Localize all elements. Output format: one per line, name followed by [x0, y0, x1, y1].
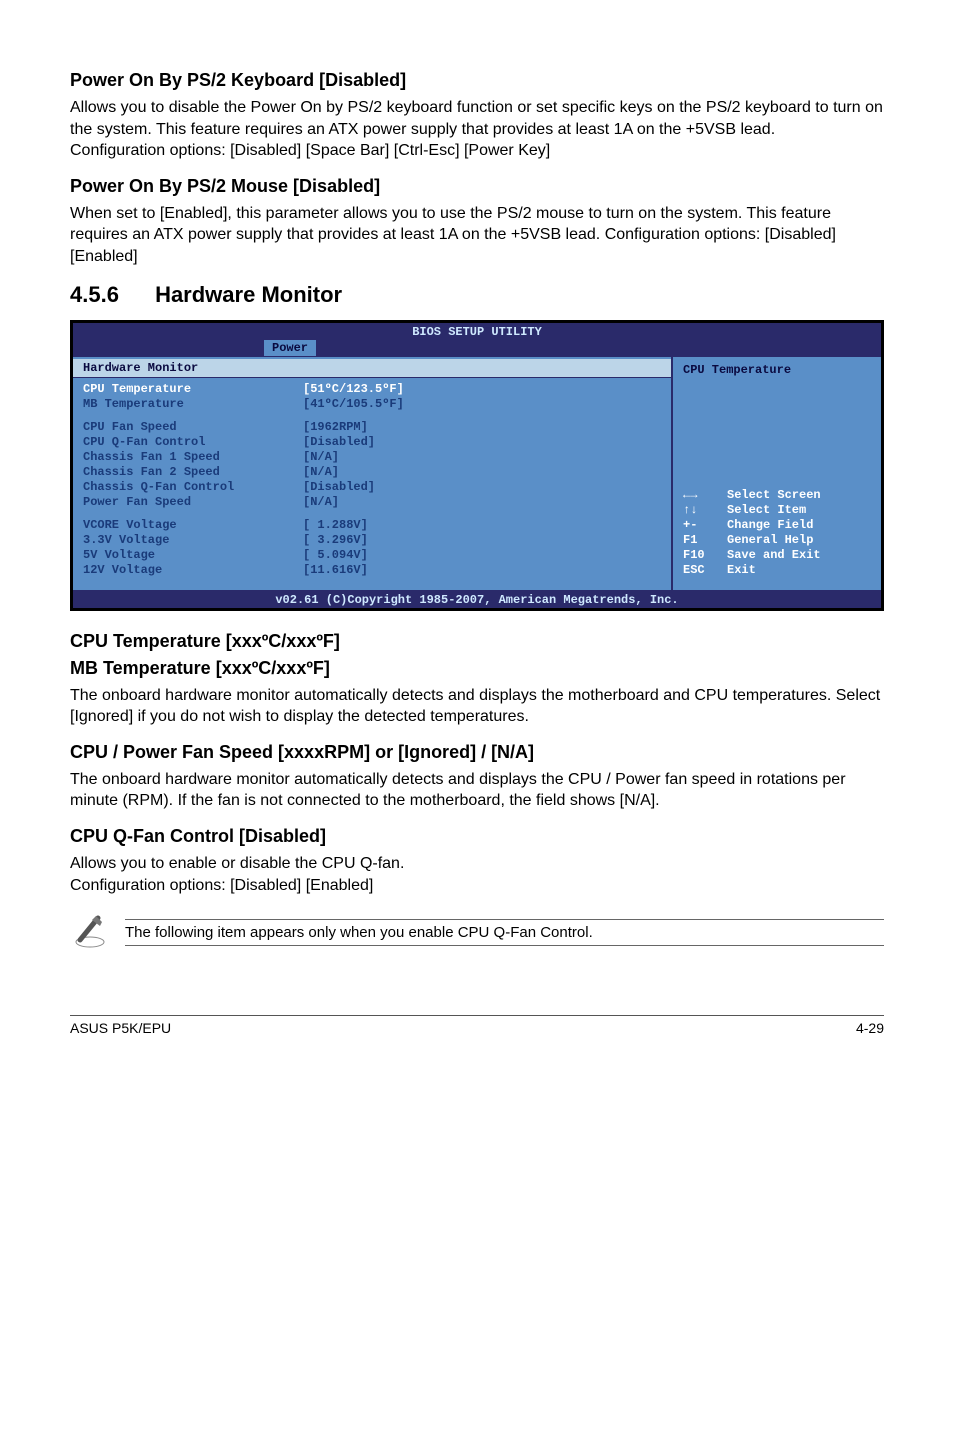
bios-screenshot: BIOS SETUP UTILITY Power Hardware Monito… — [70, 320, 884, 611]
bios-label: Power Fan Speed — [83, 495, 303, 510]
bios-value: [Disabled] — [303, 435, 375, 450]
bios-label: CPU Q-Fan Control — [83, 435, 303, 450]
bios-value: [N/A] — [303, 450, 339, 465]
heading-cpu-temp: CPU Temperature [xxxºC/xxxºF] — [70, 631, 884, 652]
bios-value: [ 5.094V] — [303, 548, 368, 563]
bios-footer: v02.61 (C)Copyright 1985-2007, American … — [73, 590, 881, 608]
section-number: 4.5.6 — [70, 282, 119, 308]
bios-value: [ 3.296V] — [303, 533, 368, 548]
nav-key: ←→ — [683, 488, 727, 503]
bios-left-pane: Hardware Monitor CPU Temperature [51ºC/1… — [73, 357, 671, 590]
section-title: Hardware Monitor — [155, 282, 342, 307]
bios-help-text: CPU Temperature — [683, 363, 871, 377]
bios-value: [ 1.288V] — [303, 518, 368, 533]
nav-key: ↑↓ — [683, 503, 727, 518]
nav-key: F1 — [683, 533, 727, 548]
heading-ps2-mouse: Power On By PS/2 Mouse [Disabled] — [70, 176, 884, 197]
bios-tab-power[interactable]: Power — [263, 339, 317, 357]
bios-label: 5V Voltage — [83, 548, 303, 563]
bios-row[interactable]: VCORE Voltage [ 1.288V] — [73, 518, 671, 533]
bios-title: BIOS SETUP UTILITY — [73, 323, 881, 339]
bios-row[interactable]: Chassis Fan 2 Speed [N/A] — [73, 465, 671, 480]
body-fan-speed: The onboard hardware monitor automatical… — [70, 769, 884, 812]
bios-row[interactable]: 5V Voltage [ 5.094V] — [73, 548, 671, 563]
nav-text: Change Field — [727, 518, 813, 533]
body-ps2-mouse: When set to [Enabled], this parameter al… — [70, 203, 884, 268]
body-qfan: Allows you to enable or disable the CPU … — [70, 853, 884, 896]
bios-row[interactable]: 12V Voltage [11.616V] — [73, 563, 671, 578]
note-text: The following item appears only when you… — [125, 919, 884, 946]
bios-row[interactable]: CPU Q-Fan Control [Disabled] — [73, 435, 671, 450]
bios-label: CPU Fan Speed — [83, 420, 303, 435]
heading-fan-speed: CPU / Power Fan Speed [xxxxRPM] or [Igno… — [70, 742, 884, 763]
bios-row[interactable]: 3.3V Voltage [ 3.296V] — [73, 533, 671, 548]
heading-qfan: CPU Q-Fan Control [Disabled] — [70, 826, 884, 847]
bios-row[interactable]: Power Fan Speed [N/A] — [73, 495, 671, 510]
nav-key: ESC — [683, 563, 727, 578]
nav-text: Save and Exit — [727, 548, 821, 563]
footer-left: ASUS P5K/EPU — [70, 1020, 171, 1036]
bios-value: [N/A] — [303, 465, 339, 480]
bios-tab-row: Power — [73, 339, 881, 357]
nav-key: +- — [683, 518, 727, 533]
text: Allows you to enable or disable the CPU … — [70, 855, 404, 872]
page-footer: ASUS P5K/EPU 4-29 — [70, 1015, 884, 1036]
bios-row[interactable]: Chassis Q-Fan Control [Disabled] — [73, 480, 671, 495]
nav-text: Exit — [727, 563, 756, 578]
body-ps2-keyboard: Allows you to disable the Power On by PS… — [70, 97, 884, 162]
section-heading: 4.5.6 Hardware Monitor — [70, 282, 884, 308]
nav-text: General Help — [727, 533, 813, 548]
nav-key: F10 — [683, 548, 727, 563]
bios-value: [51ºC/123.5ºF] — [303, 382, 404, 397]
footer-right: 4-29 — [856, 1020, 884, 1036]
bios-label: VCORE Voltage — [83, 518, 303, 533]
bios-label: 12V Voltage — [83, 563, 303, 578]
heading-mb-temp: MB Temperature [xxxºC/xxxºF] — [70, 658, 884, 679]
bios-label: CPU Temperature — [83, 382, 303, 397]
bios-label: 3.3V Voltage — [83, 533, 303, 548]
bios-row[interactable]: Chassis Fan 1 Speed [N/A] — [73, 450, 671, 465]
bios-value: [N/A] — [303, 495, 339, 510]
bios-right-pane: CPU Temperature ←→Select Screen ↑↓Select… — [671, 357, 881, 590]
bios-row[interactable]: CPU Fan Speed [1962RPM] — [73, 420, 671, 435]
nav-text: Select Item — [727, 503, 806, 518]
bios-label: Chassis Fan 1 Speed — [83, 450, 303, 465]
bios-row-cpu-temp[interactable]: CPU Temperature [51ºC/123.5ºF] — [73, 382, 671, 397]
text: Allows you to disable the Power On by PS… — [70, 99, 883, 138]
bios-value: [11.616V] — [303, 563, 368, 578]
note-icon — [70, 910, 125, 955]
bios-value: [Disabled] — [303, 480, 375, 495]
bios-label: MB Temperature — [83, 397, 303, 412]
bios-label: Chassis Fan 2 Speed — [83, 465, 303, 480]
bios-value: [41ºC/105.5ºF] — [303, 397, 404, 412]
bios-label: Chassis Q-Fan Control — [83, 480, 303, 495]
bios-group-title: Hardware Monitor — [73, 359, 671, 378]
bios-value: [1962RPM] — [303, 420, 368, 435]
bios-row-mb-temp[interactable]: MB Temperature [41ºC/105.5ºF] — [73, 397, 671, 412]
bios-nav-help: ←→Select Screen ↑↓Select Item +- Change … — [683, 488, 871, 578]
body-temp: The onboard hardware monitor automatical… — [70, 685, 884, 728]
config-options: Configuration options: [Disabled] [Enabl… — [70, 877, 373, 894]
nav-text: Select Screen — [727, 488, 821, 503]
heading-ps2-keyboard: Power On By PS/2 Keyboard [Disabled] — [70, 70, 884, 91]
config-options: Configuration options: [Disabled] [Space… — [70, 142, 550, 159]
